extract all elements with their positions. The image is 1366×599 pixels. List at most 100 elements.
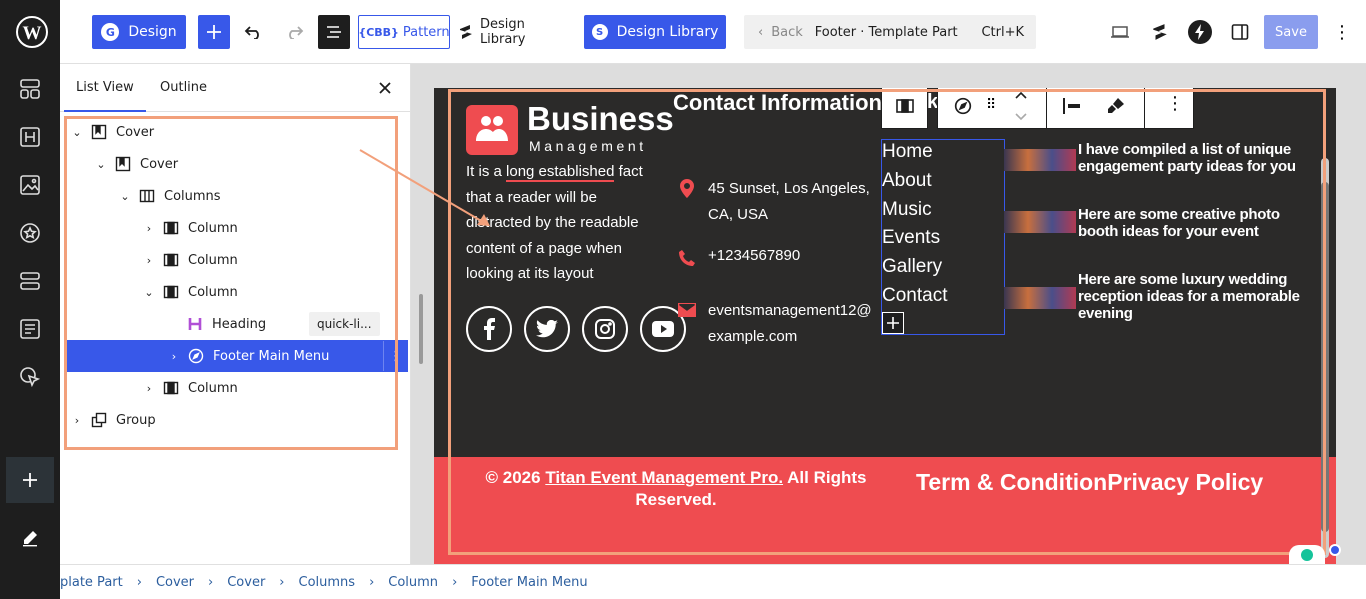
item-options-button[interactable]: ⋮ (383, 341, 407, 371)
navigation-block-button[interactable] (954, 97, 972, 119)
design-library-button[interactable]: Design Library (458, 15, 574, 49)
grammar-widget-icon[interactable] (1289, 545, 1325, 564)
add-block-button[interactable] (6, 457, 54, 503)
heading-block-icon[interactable] (10, 117, 50, 157)
preview-scrollbar-thumb[interactable] (1321, 182, 1329, 532)
block-inserter-button[interactable] (198, 15, 230, 49)
breadcrumb-item[interactable]: plate Part (60, 575, 123, 590)
redo-button[interactable] (280, 15, 308, 49)
justification-button[interactable] (1062, 97, 1082, 119)
terms-link[interactable]: Term & Condition (916, 469, 1107, 495)
chevron-down-icon[interactable]: ⌄ (70, 125, 84, 139)
settings-sidebar-button[interactable] (1226, 15, 1254, 49)
chevron-down-icon[interactable]: ⌄ (94, 157, 108, 171)
menu-item-contact[interactable]: Contact (882, 285, 947, 307)
cbb-pattern-button[interactable]: {CBB} Pattern (358, 15, 450, 49)
breadcrumb-item[interactable]: Cover (156, 575, 194, 590)
tab-outline[interactable]: Outline (160, 64, 207, 112)
undo-icon (244, 26, 259, 39)
list-view-panel: List View Outline ⌄ Cover ⌄ Cover ⌄ Colu… (60, 64, 422, 564)
menu-item-gallery[interactable]: Gallery (882, 256, 942, 278)
move-down-button[interactable] (1014, 107, 1028, 126)
pencil-icon[interactable] (10, 518, 50, 558)
list-item-column-4[interactable]: › Column (64, 372, 408, 404)
list-item-cover-1[interactable]: ⌄ Cover (64, 116, 408, 148)
design-library-primary-button[interactable]: S Design Library (584, 15, 726, 49)
resize-dot[interactable] (1329, 544, 1341, 556)
chevron-right-icon[interactable]: › (142, 381, 156, 395)
form-icon[interactable] (10, 309, 50, 349)
copyright-link[interactable]: Titan Event Management Pro. (545, 468, 783, 487)
chevron-right-icon[interactable]: › (70, 413, 84, 427)
star-badge-icon[interactable] (10, 213, 50, 253)
preview-desktop-button[interactable] (1106, 15, 1134, 49)
list-item-cover-2[interactable]: ⌄ Cover (64, 148, 408, 180)
kebab-icon: ⋮ (1333, 21, 1351, 43)
twitter-button[interactable] (524, 306, 570, 352)
menu-item-music[interactable]: Music (882, 199, 932, 221)
post-title[interactable]: I have compiled a list of unique engagem… (1078, 141, 1308, 175)
design-button[interactable]: G Design (92, 15, 186, 49)
move-up-button[interactable] (1014, 88, 1028, 104)
post-thumbnail[interactable] (1004, 287, 1076, 309)
footer-main-menu[interactable]: Home About Music Events Gallery Contact (881, 139, 1005, 335)
list-item-columns[interactable]: ⌄ Columns (64, 180, 408, 212)
breadcrumb-item[interactable]: Cover (227, 575, 265, 590)
patterns-icon[interactable] (10, 69, 50, 109)
list-item-heading[interactable]: Heading quick-li... (64, 308, 408, 340)
styles-button[interactable] (1106, 97, 1126, 119)
chevron-down-icon[interactable]: ⌄ (118, 189, 132, 203)
list-item-footer-main-menu[interactable]: › Footer Main Menu ⋮ (64, 340, 408, 372)
chevron-right-icon[interactable]: › (167, 349, 181, 363)
facebook-button[interactable] (466, 306, 512, 352)
post-title[interactable]: Here are some creative photo booth ideas… (1078, 206, 1308, 240)
list-item-label: Cover (140, 156, 179, 172)
breadcrumb-item-current[interactable]: Footer Main Menu (471, 575, 587, 590)
cursor-click-icon[interactable] (10, 357, 50, 397)
instagram-button[interactable] (582, 306, 628, 352)
bolt-button[interactable] (1186, 15, 1214, 49)
image-icon[interactable] (10, 165, 50, 205)
menu-item-about[interactable]: About (882, 170, 932, 192)
block-parent-selector[interactable] (881, 88, 928, 129)
back-label[interactable]: Back (771, 25, 803, 40)
command-bar[interactable]: ‹ Back Footer · Template Part Ctrl+K (744, 15, 1036, 49)
layout-icon[interactable] (10, 261, 50, 301)
stackable-settings-button[interactable] (1146, 15, 1174, 49)
post-thumbnail[interactable] (1004, 211, 1076, 233)
about-text: It is a long established fact that a rea… (466, 159, 661, 287)
wordpress-logo-icon[interactable]: W (0, 0, 64, 64)
breadcrumb-item[interactable]: Columns (299, 575, 356, 590)
plus-icon (207, 25, 221, 39)
close-panel-button[interactable] (378, 80, 394, 96)
menu-item-events[interactable]: Events (882, 227, 940, 249)
options-menu-button[interactable]: ⋮ (1330, 15, 1354, 49)
breadcrumb-item[interactable]: Column (388, 575, 438, 590)
column-block-icon (163, 381, 179, 395)
post-title[interactable]: Here are some luxury wedding reception i… (1078, 271, 1308, 322)
list-item-column-3[interactable]: ⌄ Column (64, 276, 408, 308)
contact-heading[interactable]: Contact Information (673, 90, 882, 116)
save-button[interactable]: Save (1264, 15, 1318, 49)
list-item-column-1[interactable]: › Column (64, 212, 408, 244)
undo-button[interactable] (240, 15, 268, 49)
menu-item-home[interactable]: Home (882, 141, 933, 163)
chevron-down-icon (1015, 113, 1027, 121)
list-item-column-2[interactable]: › Column (64, 244, 408, 276)
canvas-resize-handle[interactable] (419, 294, 423, 364)
add-menu-item-button[interactable] (882, 312, 904, 334)
tab-list-view[interactable]: List View (64, 64, 146, 112)
list-item-label: Group (116, 412, 156, 428)
chevron-down-icon[interactable]: ⌄ (142, 285, 156, 299)
list-item-group[interactable]: › Group (64, 404, 408, 436)
navigation-compass-icon (188, 348, 204, 364)
post-thumbnail[interactable] (1004, 149, 1076, 171)
privacy-link[interactable]: Privacy Policy (1107, 469, 1263, 495)
chevron-right-icon[interactable]: › (142, 253, 156, 267)
drag-handle-icon[interactable]: ⠿ (986, 97, 996, 113)
preview-scrollbar-track[interactable] (1321, 158, 1329, 558)
copyright-pre: © 2026 (485, 468, 546, 487)
block-options-button[interactable]: ⋮ (1166, 93, 1184, 114)
document-overview-button[interactable] (318, 15, 350, 49)
chevron-right-icon[interactable]: › (142, 221, 156, 235)
